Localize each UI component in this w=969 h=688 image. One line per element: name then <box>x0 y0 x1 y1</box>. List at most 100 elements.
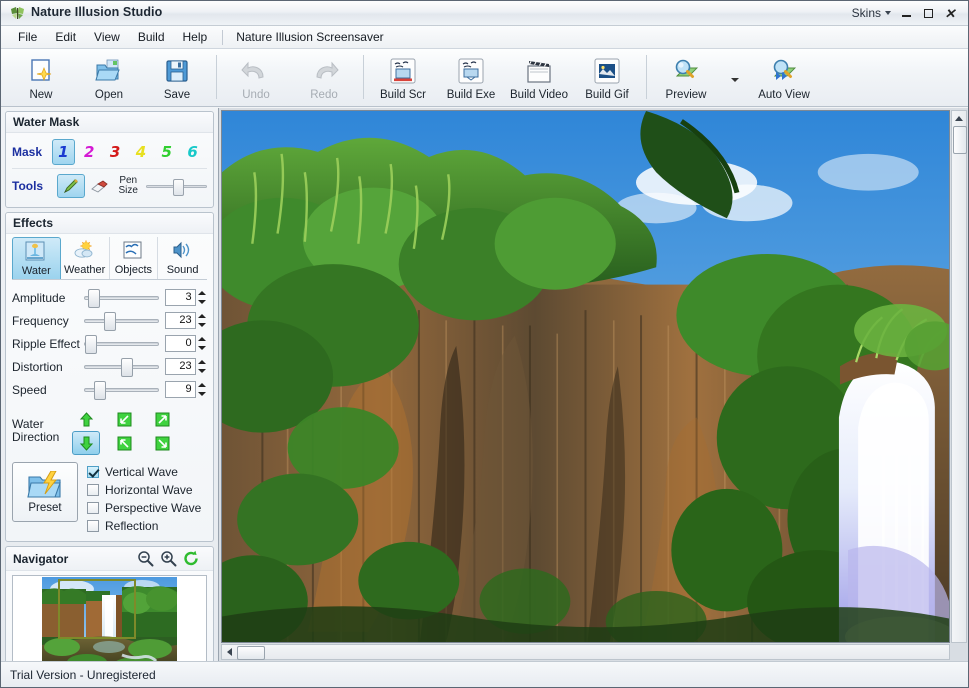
tab-sound[interactable]: Sound <box>158 237 207 279</box>
pen-tool-button[interactable] <box>57 174 85 198</box>
menu-file[interactable]: File <box>9 27 46 47</box>
speed-value[interactable]: 9 <box>165 381 196 398</box>
menu-help[interactable]: Help <box>174 27 217 47</box>
open-button[interactable]: Open <box>75 52 143 104</box>
preset-and-options-row: Preset Vertical Wave Horizontal Wave Per… <box>12 462 207 535</box>
checkbox-row-reflection[interactable]: Reflection <box>87 517 201 534</box>
preview-dropdown-button[interactable] <box>720 52 750 104</box>
scroll-up-button[interactable] <box>952 111 966 125</box>
viewport-selection-rectangle[interactable] <box>58 579 136 639</box>
build-gif-button[interactable]: Build Gif <box>573 52 641 104</box>
distortion-slider-thumb[interactable] <box>120 358 133 377</box>
checkbox-row-perspective-wave[interactable]: Perspective Wave <box>87 499 201 516</box>
left-panel: Water Mask Mask 1 2 3 4 5 6 Tools Pen Si… <box>1 108 219 678</box>
menu-build[interactable]: Build <box>129 27 174 47</box>
ripple-effect-slider-thumb[interactable] <box>84 335 97 354</box>
eraser-tool-button[interactable] <box>85 174 113 198</box>
direction-down-right-button[interactable] <box>148 431 176 455</box>
scroll-left-button[interactable] <box>222 645 236 659</box>
direction-up-right-button[interactable] <box>148 407 176 431</box>
navigator-reset-button[interactable] <box>183 550 200 567</box>
mask-button-5[interactable]: 5 <box>155 139 178 165</box>
zoom-in-button[interactable] <box>160 550 177 567</box>
horizontal-scrollbar-thumb[interactable] <box>237 646 265 660</box>
tab-weather[interactable]: Weather <box>61 237 110 279</box>
stepper-down-icon[interactable] <box>197 322 206 327</box>
pen-size-slider[interactable] <box>145 178 207 196</box>
stepper-up-icon[interactable] <box>197 337 206 342</box>
waterfall-scene-thumbnail <box>42 577 177 669</box>
vertical-scrollbar[interactable] <box>951 110 967 643</box>
speed-slider[interactable] <box>83 380 160 400</box>
horizontal-scrollbar[interactable] <box>221 644 950 660</box>
maximize-button[interactable] <box>917 4 939 22</box>
stepper-up-icon[interactable] <box>197 314 206 319</box>
undo-button[interactable]: Undo <box>222 52 290 104</box>
minimize-button[interactable] <box>895 4 917 22</box>
stepper-down-icon[interactable] <box>197 391 206 396</box>
pen-size-slider-thumb[interactable] <box>172 179 184 196</box>
direction-up-left-button[interactable] <box>110 407 138 431</box>
stepper-up-icon[interactable] <box>197 383 206 388</box>
ripple-effect-slider[interactable] <box>83 334 160 354</box>
mask-button-6[interactable]: 6 <box>181 139 204 165</box>
new-button[interactable]: New <box>7 52 75 104</box>
skins-label: Skins <box>851 6 881 20</box>
speed-slider-thumb[interactable] <box>93 381 106 400</box>
frequency-slider-thumb[interactable] <box>103 312 116 331</box>
distortion-slider[interactable] <box>83 357 160 377</box>
navigator-thumbnail[interactable] <box>12 575 207 671</box>
mask-button-4[interactable]: 4 <box>129 139 152 165</box>
direction-up-button[interactable] <box>72 407 100 431</box>
build-video-button[interactable]: Build Video <box>505 52 573 104</box>
amplitude-slider-thumb[interactable] <box>87 289 100 308</box>
frequency-value[interactable]: 23 <box>165 312 196 329</box>
vertical-scrollbar-thumb[interactable] <box>953 126 967 154</box>
frequency-stepper[interactable] <box>197 312 207 329</box>
tab-water[interactable]: Water <box>12 237 61 279</box>
checkbox-row-horizontal-wave[interactable]: Horizontal Wave <box>87 481 201 498</box>
frequency-slider[interactable] <box>83 311 160 331</box>
zoom-out-button[interactable] <box>137 550 154 567</box>
skins-dropdown[interactable]: Skins <box>849 4 895 22</box>
menu-edit[interactable]: Edit <box>46 27 85 47</box>
stepper-up-icon[interactable] <box>197 291 206 296</box>
save-button[interactable]: Save <box>143 52 211 104</box>
horizontal-wave-checkbox[interactable] <box>87 483 99 496</box>
checkbox-row-vertical-wave[interactable]: Vertical Wave <box>87 463 201 480</box>
mask-button-2[interactable]: 2 <box>78 139 101 165</box>
toolbar-separator-1 <box>216 55 217 99</box>
preset-button[interactable]: Preset <box>12 462 78 522</box>
amplitude-slider[interactable] <box>83 288 160 308</box>
stepper-down-icon[interactable] <box>197 368 206 373</box>
distortion-value[interactable]: 23 <box>165 358 196 375</box>
auto-view-button[interactable]: Auto View <box>750 52 818 104</box>
close-button[interactable]: ✕ <box>939 4 961 22</box>
ripple-effect-value[interactable]: 0 <box>165 335 196 352</box>
vertical-wave-checkbox[interactable] <box>87 465 99 478</box>
build-scr-icon <box>388 56 418 86</box>
direction-down-button[interactable] <box>72 431 100 455</box>
distortion-stepper[interactable] <box>197 358 207 375</box>
mask-button-1[interactable]: 1 <box>51 139 75 165</box>
direction-down-left-button[interactable] <box>110 431 138 455</box>
perspective-wave-checkbox[interactable] <box>87 501 99 514</box>
image-canvas[interactable] <box>221 110 950 643</box>
ripple-effect-stepper[interactable] <box>197 335 207 352</box>
reflection-checkbox[interactable] <box>87 519 99 532</box>
preview-button[interactable]: Preview <box>652 52 720 104</box>
menu-view[interactable]: View <box>85 27 129 47</box>
build-scr-button[interactable]: Build Scr <box>369 52 437 104</box>
amplitude-stepper[interactable] <box>197 289 207 306</box>
redo-button[interactable]: Redo <box>290 52 358 104</box>
amplitude-value[interactable]: 3 <box>165 289 196 306</box>
stepper-down-icon[interactable] <box>197 299 206 304</box>
speed-stepper[interactable] <box>197 381 207 398</box>
mask-button-3[interactable]: 3 <box>104 139 127 165</box>
stepper-down-icon[interactable] <box>197 345 206 350</box>
tab-objects[interactable]: Objects <box>110 237 159 279</box>
build-exe-button[interactable]: Build Exe <box>437 52 505 104</box>
app-mode-label[interactable]: Nature Illusion Screensaver <box>229 27 390 47</box>
stepper-up-icon[interactable] <box>197 360 206 365</box>
mask-label: Mask <box>12 145 43 159</box>
